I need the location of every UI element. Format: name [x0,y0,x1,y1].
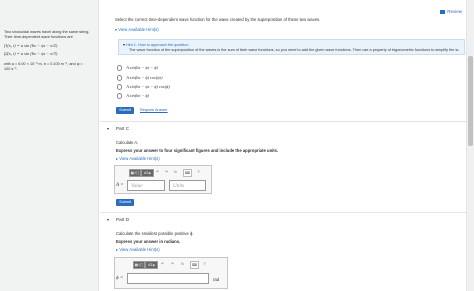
submit-button[interactable]: Submit [116,107,134,114]
part-d-title: Part D [116,217,130,222]
greek-symbols-icon[interactable]: ΑΣφ [141,169,154,177]
wave-function-2: f2(x, t) = a sin (bx − ψt − π/3) [4,51,58,56]
greek-symbols-icon[interactable]: ΑΣφ [145,261,158,269]
answer-option[interactable]: A sin(bx − ψt − ϕ) cos(ϕ) [117,84,170,90]
hint-link-label: View Available Hint(s) [118,27,159,32]
part-c-hint-toggle[interactable]: ▸ View Available Hint(s) [116,156,160,161]
problem-intro: Two sinusoidal waves travel along the sa… [4,30,90,39]
units-input[interactable]: Units [169,180,206,191]
part-d-hint-toggle[interactable]: ▸ View Available Hint(s) [116,247,160,252]
answer-option[interactable]: A sin(bx − ϕ) [117,93,149,99]
reset-icon[interactable]: ↻ [180,261,185,267]
keyboard-icon[interactable]: ⌨ [183,169,192,177]
review-label: Review [447,9,462,14]
problem-panel: Two sinusoidal waves travel along the sa… [0,0,99,291]
phi-label: ϕ = [116,276,124,281]
help-icon[interactable]: ? [196,169,201,175]
collapse-triangle-icon[interactable]: ▾ [107,126,109,131]
templates-icon[interactable]: ▦√▢ [129,169,141,177]
problem-statement: Two sinusoidal waves travel along the sa… [4,30,90,72]
answer-option[interactable]: A sin(bx − ψt − ϕ) [117,65,158,71]
undo-icon[interactable]: ↶ [155,169,160,175]
part-c-instruction: Express your answer to four significant … [116,148,279,153]
divider [100,121,466,122]
value-input[interactable]: Value [127,180,165,191]
part-d-instruction: Express your answer in radians. [116,239,181,244]
reset-icon[interactable]: ↻ [173,169,178,175]
scrollbar-thumb[interactable] [468,56,473,146]
wave-function-1: f1(x, t) = a sin (bx − ψt − π/2) [4,43,58,48]
review-link[interactable]: Review [440,9,462,14]
divider [100,212,466,213]
hint-panel: ▾ Hint 1. How to approach the question T… [118,39,465,55]
collapse-triangle-icon[interactable]: ▾ [107,217,109,222]
review-icon [440,9,446,14]
radio-button[interactable] [117,84,123,90]
templates-icon[interactable]: ▦√▢ [133,261,145,269]
hint-title[interactable]: ▾ Hint 1. How to approach the question [123,42,188,47]
redo-icon[interactable]: ↷ [164,169,169,175]
part-b-instruction: Select the correct time-dependent wave f… [115,17,321,22]
answer-option[interactable]: A sin(bx − ϕ) cos(ψt) [117,75,163,81]
part-c-title: Part C [116,126,130,131]
given-values: with a = 6.00 × 10⁻³ m, b = 0.100 m⁻¹, a… [4,62,83,71]
submit-button[interactable]: Submit [116,199,134,206]
scrollbar[interactable] [466,0,474,291]
redo-icon[interactable]: ↷ [170,261,175,267]
help-icon[interactable]: ? [202,261,207,267]
undo-icon[interactable]: ↶ [160,261,165,267]
keyboard-icon[interactable]: ⌨ [190,261,199,269]
radio-button[interactable] [117,65,123,71]
phi-input[interactable] [127,273,209,284]
part-b-hint-toggle[interactable]: ▾ View Available Hint(s) [115,27,159,32]
radio-button[interactable] [117,93,123,99]
hint-body: The wave function of the superposition o… [129,48,459,52]
request-answer-link[interactable]: Request Answer [140,108,168,112]
rad-unit: rad [213,277,220,282]
radio-button[interactable] [117,75,123,81]
part-c-task: Calculate A. [116,140,139,145]
part-d-task: Calculate the smallest possible positive… [116,231,194,236]
a-label: A = [116,183,124,188]
